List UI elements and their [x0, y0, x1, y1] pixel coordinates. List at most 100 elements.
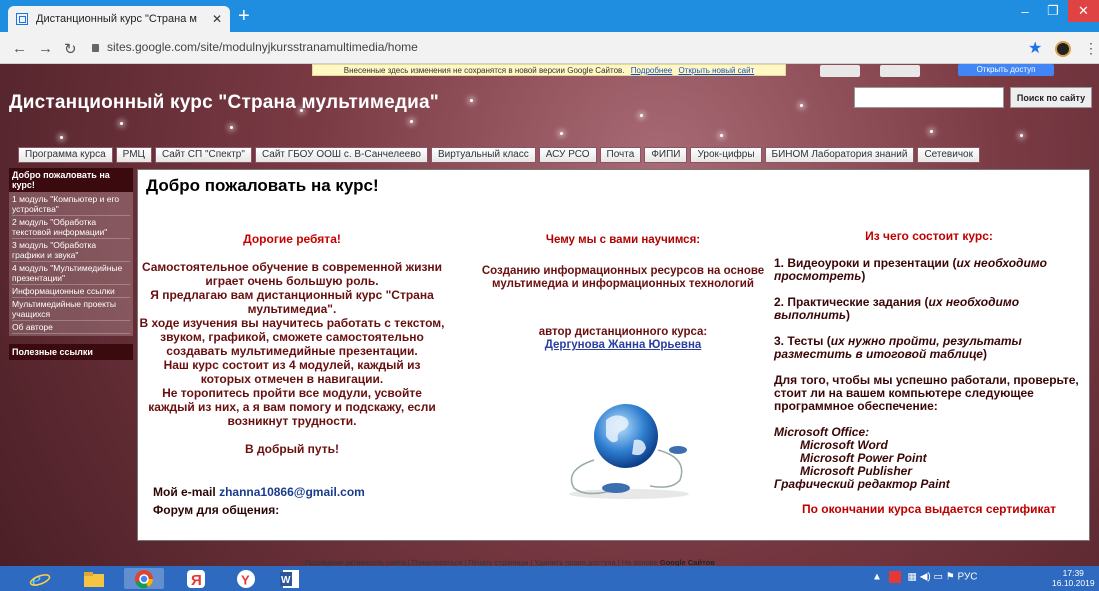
- browser-tab-strip: Дистанционный курс "Страна м ✕ + – ❐ ✕: [0, 0, 1099, 32]
- antivirus-icon[interactable]: [888, 571, 901, 583]
- window-minimize-button[interactable]: –: [1012, 0, 1038, 22]
- goals-heading: Чему мы с вами научимся:: [545, 234, 701, 246]
- svg-text:Y: Y: [241, 572, 250, 587]
- nav-item[interactable]: АСУ РСО: [538, 147, 597, 163]
- nav-item[interactable]: Виртуальный класс: [430, 147, 536, 163]
- nav-item[interactable]: Сайт СП "Спектр": [154, 147, 252, 163]
- intro-text: Не торопитесь пройти все модули, усвойте…: [148, 386, 436, 428]
- site-search-input[interactable]: [854, 87, 1004, 108]
- show-hidden-icons-icon[interactable]: ▲: [872, 572, 882, 583]
- ie-icon[interactable]: e: [20, 568, 60, 589]
- back-arrow-icon[interactable]: ←: [12, 40, 27, 57]
- structure-item-tests: 3. Тесты (их нужно пройти, результаты ра…: [774, 334, 1022, 361]
- site-title: Дистанционный курс "Страна мультимедиа": [9, 92, 439, 113]
- toolbar-button[interactable]: [880, 65, 920, 77]
- sidebar-item-module-2[interactable]: 2 модуль "Обработка текстовой информации…: [12, 216, 130, 239]
- email-address: zhanna10866@gmail.com: [219, 485, 365, 499]
- intro-text: Наш курс состоит из 4 модулей, каждый из…: [163, 358, 421, 386]
- structure-item-practice: 2. Практические задания (их необходимо в…: [774, 295, 1020, 322]
- goals-column: Чему мы с вами научимся: Созданию информ…: [478, 234, 768, 352]
- windows-taskbar: e Я Y W ▲ ▦ ◀) ▭ ⚑ РУС 17:39 16.10.2019: [0, 566, 1099, 591]
- author-link[interactable]: Дергунова Жанна Юрьевна: [478, 339, 768, 352]
- sidebar-item-welcome[interactable]: Добро пожаловать на курс!: [9, 168, 133, 192]
- reload-icon[interactable]: ↻: [64, 40, 77, 58]
- footer-brand[interactable]: Google Сайтов: [660, 558, 715, 566]
- language-indicator[interactable]: РУС: [958, 572, 978, 583]
- sidebar-item-module-3[interactable]: 3 модуль "Обработка графики и звука": [12, 239, 130, 262]
- keyboard-icon[interactable]: ▭: [934, 572, 943, 583]
- software-item: Графический редактор Paint: [774, 477, 950, 491]
- sidebar-useful-links-header: Полезные ссылки: [9, 344, 133, 360]
- software-check-text: Для того, чтобы мы успешно работали, про…: [774, 373, 1079, 413]
- sites-favicon-icon: [16, 13, 28, 25]
- site-search-button[interactable]: Поиск по сайту: [1010, 87, 1092, 108]
- window-close-button[interactable]: ✕: [1068, 0, 1099, 22]
- volume-icon[interactable]: ◀): [920, 572, 931, 583]
- intro-heading: Дорогие ребята!: [243, 232, 341, 246]
- main-content: Добро пожаловать на курс! Дорогие ребята…: [137, 169, 1090, 541]
- email-label: Мой e-mail: [153, 485, 216, 499]
- bookmark-star-icon[interactable]: ★: [1028, 38, 1042, 58]
- nav-item[interactable]: РМЦ: [115, 147, 152, 163]
- goals-text: Созданию информационных ресурсов на осно…: [481, 265, 765, 290]
- software-list: Microsoft Office: Microsoft Word Microso…: [774, 426, 1084, 491]
- nav-item[interactable]: ФИПИ: [644, 147, 688, 163]
- toolbar-button[interactable]: [820, 65, 860, 77]
- sidebar-item-projects[interactable]: Мультимедийные проекты учащихся: [12, 298, 130, 321]
- new-tab-button[interactable]: +: [238, 6, 250, 26]
- yandex-browser-icon[interactable]: Я: [176, 568, 216, 589]
- google-sites-notice: Внесенные здесь изменения не сохранятся …: [312, 64, 786, 76]
- url-text: sites.google.com/site/modulnyjkursstrana…: [107, 40, 418, 54]
- nav-item[interactable]: Почта: [599, 147, 642, 163]
- nav-item[interactable]: БИНОМ Лаборатория знаний: [764, 147, 915, 163]
- edit-toolbar: [820, 64, 960, 77]
- nav-item[interactable]: Сайт ГБОУ ООШ с. В-Санчелеево: [254, 147, 428, 163]
- page-title: Добро пожаловать на курс!: [146, 176, 379, 195]
- svg-text:W: W: [281, 575, 291, 586]
- structure-item-video: 1. Видеоуроки и презентации (их необходи…: [774, 256, 1047, 283]
- intro-text: Самостоятельное обучение в современной ж…: [141, 260, 443, 288]
- profile-avatar[interactable]: [1055, 41, 1071, 57]
- network-icon[interactable]: ▦: [907, 572, 916, 583]
- forward-arrow-icon[interactable]: →: [38, 40, 53, 57]
- sidebar-item-module-1[interactable]: 1 модуль "Компьютер и его устройства": [12, 193, 130, 216]
- notice-more-link[interactable]: Подробнее: [631, 66, 673, 75]
- flag-icon[interactable]: ⚑: [946, 572, 955, 583]
- nav-item[interactable]: Сетевичок: [917, 147, 980, 163]
- notice-text: Внесенные здесь изменения не сохранятся …: [343, 66, 625, 75]
- sidebar-item-about[interactable]: Об авторе: [12, 321, 130, 334]
- sidebar-list: 1 модуль "Компьютер и его устройства" 2 …: [9, 192, 133, 336]
- taskbar-clock[interactable]: 17:39 16.10.2019: [1052, 568, 1095, 588]
- system-tray: ▲ ▦ ◀) ▭ ⚑ РУС: [872, 571, 978, 583]
- structure-heading: Из чего состоит курс:: [865, 229, 993, 243]
- sidebar-item-module-4[interactable]: 4 модуль "Мультимедийные презентации": [12, 262, 130, 285]
- window-maximize-button[interactable]: ❐: [1040, 0, 1066, 22]
- share-button[interactable]: Открыть доступ: [958, 64, 1054, 76]
- file-explorer-icon[interactable]: [74, 568, 114, 589]
- chrome-icon[interactable]: [124, 568, 164, 589]
- tab-title: Дистанционный курс "Страна м: [36, 13, 197, 25]
- page-viewport: Внесенные здесь изменения не сохранятся …: [0, 64, 1099, 566]
- lock-icon: [92, 44, 99, 52]
- nav-item[interactable]: Урок-цифры: [690, 147, 762, 163]
- nav-item[interactable]: Программа курса: [18, 147, 113, 163]
- intro-text: В ходе изучения вы научитесь работать с …: [139, 316, 445, 358]
- address-bar: ← → ↻ sites.google.com/site/modulnyjkurs…: [0, 32, 1099, 64]
- svg-text:Я: Я: [191, 572, 202, 589]
- sidebar-item-info-links[interactable]: Информационные ссылки: [12, 285, 130, 298]
- notice-open-new-site-link[interactable]: Открыть новый сайт: [678, 66, 754, 75]
- clock-time: 17:39: [1062, 568, 1084, 578]
- certificate-note: По окончании курса выдается сертификат: [801, 502, 1057, 516]
- menu-kebab-icon[interactable]: ⋮: [1084, 40, 1098, 57]
- intro-text: Я предлагаю вам дистанционный курс "Стра…: [150, 288, 434, 316]
- browser-tab[interactable]: Дистанционный курс "Страна м ✕: [8, 6, 230, 32]
- email-line: Мой e-mail zhanna10866@gmail.com: [153, 485, 365, 499]
- footer-links[interactable]: Последняя активность сайта | Пожаловатьс…: [305, 558, 658, 566]
- yandex-icon[interactable]: Y: [226, 568, 266, 589]
- globe-network-image: [569, 404, 689, 499]
- site-footer: Последняя активность сайта | Пожаловатьс…: [305, 558, 715, 566]
- word-icon[interactable]: W: [270, 568, 310, 589]
- url-field[interactable]: sites.google.com/site/modulnyjkursstrana…: [92, 40, 418, 54]
- tab-close-icon[interactable]: ✕: [212, 12, 222, 26]
- forum-label: Форум для общения:: [153, 503, 280, 517]
